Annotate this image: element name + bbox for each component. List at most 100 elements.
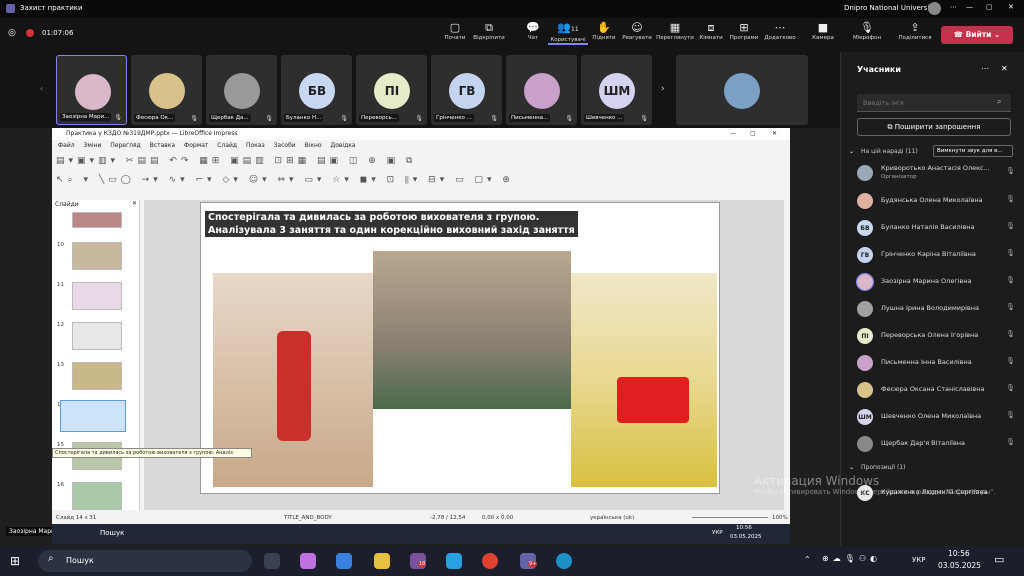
more-button[interactable]: ⋯ Додатково [760, 21, 800, 41]
menu-show[interactable]: Показ [246, 142, 265, 149]
slide-thumb[interactable] [72, 362, 122, 390]
zoom-slider[interactable] [692, 517, 768, 518]
task-view-icon[interactable] [264, 553, 280, 569]
edge-icon[interactable] [556, 553, 572, 569]
telegram-icon[interactable] [446, 553, 462, 569]
status-zoom: 100% [772, 515, 788, 521]
menu-window[interactable]: Вікно [305, 142, 322, 149]
standard-toolbar[interactable]: ▤▾▣▾▥▾ ✂▤▤ ↶↷ ▦⊞ ▣▤▥ ⊡⊞▦ ▤▣ ◫ ⊕ ▣ ⧉ [52, 152, 790, 171]
slide-thumb[interactable] [72, 482, 122, 510]
video-tile[interactable]: ШМ Шевченко ... 🎙 [581, 55, 652, 125]
minimize-icon[interactable]: — [966, 3, 973, 11]
app-title: Захист практики [20, 4, 83, 12]
self-video-tile[interactable] [676, 55, 808, 125]
user-avatar[interactable] [928, 2, 941, 15]
menu-format[interactable]: Формат [184, 142, 208, 149]
unpin-button[interactable]: ⧉ Відкріпити [469, 21, 509, 41]
participant-row[interactable]: Лушна Ірина Володимирівна 🎙 [849, 298, 1019, 320]
share-button[interactable]: ⇪ Поділитися [895, 21, 935, 41]
mic-button[interactable]: 🎙 Мікрофон [847, 21, 887, 41]
chevron-down-icon[interactable]: ⌄ [849, 148, 854, 155]
mute-all-button[interactable]: Вимкнути звук для в... [933, 145, 1013, 157]
video-tile[interactable]: Заозірна Мари... 🎙 [56, 55, 127, 125]
chevron-down-icon[interactable]: ⌄ [849, 464, 854, 471]
notifications-icon[interactable]: ▭ [994, 553, 1004, 566]
slides-pane: Слайди ✕ 10 11 12 13 14 15 16 Спостеріга… [52, 200, 252, 510]
explorer-icon[interactable] [374, 553, 390, 569]
minimize-icon[interactable]: — [730, 128, 736, 140]
taskbar-date[interactable]: 03.05.2025 [938, 561, 981, 570]
taskbar-search[interactable]: ⌕ Пошук [38, 550, 252, 572]
video-tile[interactable]: Письменна... 🎙 [506, 55, 577, 125]
menu-view[interactable]: Перегляд [110, 142, 140, 149]
chevron-down-icon: ⌄ [991, 30, 1001, 39]
menu-tools[interactable]: Засоби [274, 142, 296, 149]
menu-help[interactable]: Довідка [331, 142, 356, 149]
apps-button[interactable]: ⊞ Програми [724, 21, 764, 41]
close-icon[interactable]: ✕ [772, 128, 777, 140]
teams-icon[interactable]: 9+ [520, 553, 538, 569]
status-bar: Слайд 14 з 31 TITLE_AND_BODY -2,78 / 12,… [52, 512, 790, 524]
video-tile[interactable]: Щербак Да... 🎙 [206, 55, 277, 125]
maximize-icon[interactable]: ▢ [986, 3, 993, 11]
photo-sandbox[interactable] [571, 273, 717, 487]
panel-close-icon[interactable]: ✕ [1001, 64, 1008, 73]
chat-button[interactable]: 💬 Чат [513, 21, 553, 41]
participant-row[interactable]: Криворотько Анастасія Олекс... Організато… [849, 162, 1019, 184]
close-icon[interactable]: ✕ [132, 200, 137, 207]
inner-lang: УКР [712, 530, 723, 536]
participant-row[interactable]: Фесюра Оксана Станіславівна 🎙 [849, 379, 1019, 401]
mic-off-icon: 🎙 [1006, 384, 1015, 392]
video-tile[interactable]: Фесюра Ок... 🎙 [131, 55, 202, 125]
menu-file[interactable]: Файл [58, 142, 75, 149]
more-icon[interactable]: ⋯ [950, 3, 957, 11]
slide-thumb-selected[interactable] [60, 400, 126, 432]
participant-row[interactable]: Письменна Інна Василівна 🎙 [849, 352, 1019, 374]
avatar: ГВ [449, 73, 485, 109]
chevron-left-icon[interactable]: ‹ [40, 84, 43, 93]
viber-icon[interactable]: 18 [410, 553, 427, 569]
leave-button[interactable]: ☎ Вийти ⌄ [941, 26, 1013, 44]
search-input[interactable] [857, 94, 1011, 112]
menu-edit[interactable]: Зміни [84, 142, 102, 149]
slide-thumb[interactable] [72, 322, 122, 350]
camera-icon: ■ [817, 21, 829, 34]
panel-more-icon[interactable]: ⋯ [981, 64, 989, 73]
photo-group[interactable] [373, 251, 571, 409]
react-button[interactable]: ☺ Реагувати [617, 21, 657, 41]
view-button[interactable]: ▦ Переглянути [655, 21, 695, 41]
chevron-right-icon[interactable]: › [661, 84, 665, 94]
slide-thumb[interactable] [72, 282, 122, 310]
maximize-icon[interactable]: ▢ [750, 128, 756, 140]
taskbar-time[interactable]: 10:56 [948, 549, 970, 558]
tray-chevron-icon[interactable]: ⌃ [804, 555, 811, 564]
participant-row[interactable]: Будянська Олена Миколаївна 🎙 [849, 190, 1019, 212]
participant-row[interactable]: Заозірна Марина Олегівна 🎙 [849, 271, 1019, 293]
participant-row[interactable]: ГВ Грінченко Каріна Віталіївна 🎙 [849, 244, 1019, 266]
slide-title-box[interactable]: Спостерігала та дивилась за роботою вихо… [205, 211, 578, 237]
drawing-toolbar[interactable]: ↖⌕ ▾ ╲▭◯ →▾ ∿▾ ⌐▾ ◇▾ ☺▾ ⇔▾ ▭▾ ☆▾ ◼▾ ⊡ ⫴▾… [52, 171, 790, 190]
mic-off-icon: 🎙 [1006, 438, 1015, 446]
tray-icons[interactable]: ⊕☁🎙⚇◐ [822, 554, 881, 563]
close-icon[interactable]: ✕ [1008, 3, 1014, 11]
video-tile[interactable]: ГВ Грінченко ... 🎙 [431, 55, 502, 125]
participant-row[interactable]: БВ Буланко Наталія Василівна 🎙 [849, 217, 1019, 239]
menu-insert[interactable]: Вставка [150, 142, 175, 149]
menu-slide[interactable]: Слайд [217, 142, 237, 149]
windows-start-icon[interactable]: ⊞ [10, 554, 20, 568]
camera-button[interactable]: ■ Камера [803, 21, 843, 41]
participant-row[interactable]: Щербак Дар'я Віталіївна 🎙 [849, 433, 1019, 455]
mic-icon: 🎙 [860, 21, 874, 34]
chrome-icon[interactable] [482, 553, 498, 569]
current-slide[interactable]: Спостерігала та дивилась за роботою вихо… [200, 202, 720, 494]
slide-thumb[interactable] [72, 242, 122, 270]
participants-button[interactable]: 👥11 Користувачі [548, 21, 588, 45]
video-tile[interactable]: ПІ Переворсь... 🎙 [356, 55, 427, 125]
store-icon[interactable] [336, 553, 352, 569]
taskbar-lang[interactable]: УКР [912, 556, 925, 564]
invite-button[interactable]: ⧉ Поширити запрошення [857, 118, 1011, 136]
video-tile[interactable]: БВ Буланко Н... 🎙 [281, 55, 352, 125]
copilot-icon[interactable] [300, 553, 316, 569]
participant-row[interactable]: ПІ Переворська Олена Ігорівна 🎙 [849, 325, 1019, 347]
participant-row[interactable]: ШМ Шевченко Олена Миколаївна 🎙 [849, 406, 1019, 428]
